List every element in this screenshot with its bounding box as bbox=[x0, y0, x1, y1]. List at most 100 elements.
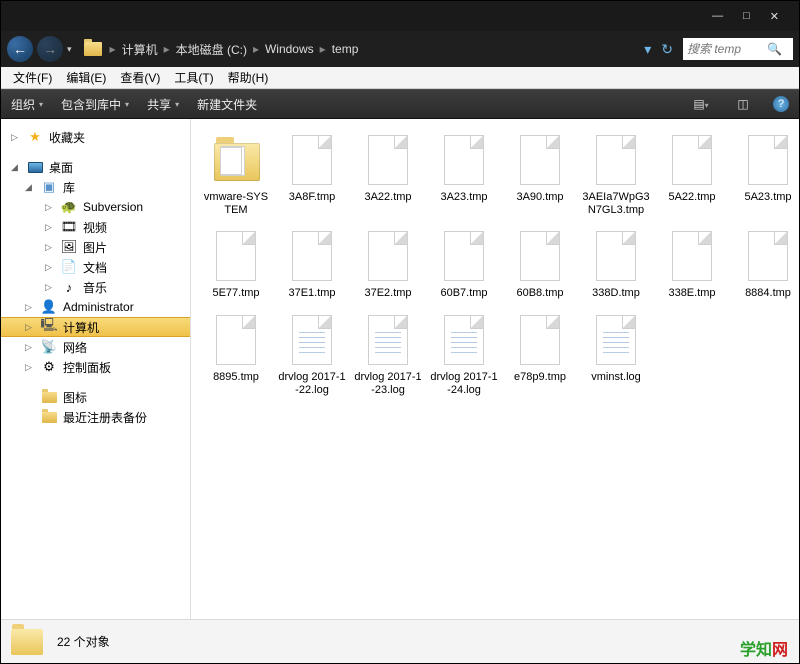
tree-favorites[interactable]: ▷★收藏夹 bbox=[1, 127, 190, 147]
tree-videos[interactable]: ▷🎞视频 bbox=[1, 217, 190, 237]
back-button[interactable]: ← bbox=[7, 36, 33, 62]
crumb-drive-c[interactable]: 本地磁盘 (C:) bbox=[176, 41, 247, 58]
crumb-computer[interactable]: 计算机 bbox=[122, 41, 158, 58]
file-label: 3A90.tmp bbox=[516, 191, 563, 204]
view-mode-button[interactable]: ▤▾ bbox=[689, 97, 713, 111]
search-input[interactable] bbox=[687, 42, 767, 56]
new-folder-button[interactable]: 新建文件夹 bbox=[197, 96, 257, 113]
tree-libraries[interactable]: ◢▣库 bbox=[1, 177, 190, 197]
file-icon bbox=[216, 231, 256, 281]
file-label: 3A22.tmp bbox=[364, 191, 411, 204]
file-icon bbox=[672, 231, 712, 281]
maximize-button[interactable]: □ bbox=[733, 6, 760, 26]
status-bar: 22 个对象 bbox=[1, 619, 799, 663]
file-list-pane[interactable]: vmware-SYSTEM3A8F.tmp 3A22.tmp 3A23.tmp 3A9… bbox=[191, 119, 799, 619]
file-icon bbox=[444, 135, 484, 185]
file-label: 5A22.tmp bbox=[668, 191, 715, 204]
file-icon bbox=[748, 135, 788, 185]
file-item[interactable]: drvlog 2017-1-23.log bbox=[353, 313, 423, 397]
file-item[interactable]: 338D.tmp bbox=[581, 229, 651, 300]
refresh-icon[interactable]: ↻ bbox=[661, 41, 673, 58]
tree-pictures[interactable]: ▷🖼图片 bbox=[1, 237, 190, 257]
preview-pane-button[interactable]: ◫ bbox=[731, 97, 755, 111]
file-item[interactable]: 8884.tmp bbox=[733, 229, 799, 300]
file-item[interactable]: 8895.tmp bbox=[201, 313, 271, 397]
file-item[interactable]: 5A23.tmp bbox=[733, 133, 799, 217]
tree-subversion[interactable]: ▷🐢Subversion bbox=[1, 197, 190, 217]
file-label: 338D.tmp bbox=[592, 287, 640, 300]
file-icon bbox=[520, 315, 560, 365]
crumb-temp[interactable]: temp bbox=[332, 42, 359, 56]
crumb-windows[interactable]: Windows bbox=[265, 42, 314, 56]
file-label: 60B8.tmp bbox=[516, 287, 563, 300]
tree-computer[interactable]: ▷🖳计算机 bbox=[1, 317, 190, 337]
file-item[interactable]: e78p9.tmp bbox=[505, 313, 575, 397]
tree-icons-folder[interactable]: 图标 bbox=[1, 387, 190, 407]
file-icon bbox=[444, 231, 484, 281]
menu-bar: 文件(F) 编辑(E) 查看(V) 工具(T) 帮助(H) bbox=[1, 67, 799, 89]
file-label: 8884.tmp bbox=[745, 287, 791, 300]
nav-bar: ← → ▾ ▸ 计算机 ▸ 本地磁盘 (C:) ▸ Windows ▸ temp… bbox=[1, 31, 799, 67]
file-label: e78p9.tmp bbox=[514, 371, 566, 384]
file-label: 5A23.tmp bbox=[744, 191, 791, 204]
search-box[interactable]: 🔍 bbox=[683, 38, 793, 60]
navigation-pane: ▷★收藏夹 ◢桌面 ◢▣库 ▷🐢Subversion ▷🎞视频 ▷🖼图片 ▷📄文… bbox=[1, 119, 191, 619]
file-label: vminst.log bbox=[591, 371, 641, 384]
menu-tools[interactable]: 工具(T) bbox=[168, 67, 219, 88]
forward-button[interactable]: → bbox=[37, 36, 63, 62]
file-item[interactable]: 3AEIa7WpG3N7GL3.tmp bbox=[581, 133, 651, 217]
tree-music[interactable]: ▷♪音乐 bbox=[1, 277, 190, 297]
file-icon bbox=[292, 231, 332, 281]
tree-network[interactable]: ▷📡网络 bbox=[1, 337, 190, 357]
menu-help[interactable]: 帮助(H) bbox=[222, 67, 275, 88]
file-item[interactable]: vminst.log bbox=[581, 313, 651, 397]
menu-file[interactable]: 文件(F) bbox=[7, 67, 58, 88]
file-item[interactable]: 60B7.tmp bbox=[429, 229, 499, 300]
chevron-icon[interactable]: ▸ bbox=[110, 42, 116, 56]
titlebar[interactable]: — □ ✕ bbox=[1, 1, 799, 31]
menu-edit[interactable]: 编辑(E) bbox=[60, 67, 112, 88]
close-button[interactable]: ✕ bbox=[760, 6, 789, 27]
file-label: 8895.tmp bbox=[213, 371, 259, 384]
file-item[interactable]: 5A22.tmp bbox=[657, 133, 727, 217]
file-icon bbox=[672, 135, 712, 185]
file-icon bbox=[520, 135, 560, 185]
file-icon bbox=[520, 231, 560, 281]
file-item[interactable]: 3A90.tmp bbox=[505, 133, 575, 217]
share-button[interactable]: 共享▾ bbox=[147, 96, 179, 113]
file-item[interactable]: 338E.tmp bbox=[657, 229, 727, 300]
file-item[interactable]: drvlog 2017-1-22.log bbox=[277, 313, 347, 397]
folder-icon bbox=[214, 143, 260, 181]
watermark: 学知网 bbox=[740, 636, 788, 660]
file-label: 37E2.tmp bbox=[364, 287, 411, 300]
organize-button[interactable]: 组织▾ bbox=[11, 96, 43, 113]
file-item[interactable]: 37E2.tmp bbox=[353, 229, 423, 300]
menu-view[interactable]: 查看(V) bbox=[114, 67, 166, 88]
file-item[interactable]: 3A8F.tmp bbox=[277, 133, 347, 217]
file-item[interactable]: 3A22.tmp bbox=[353, 133, 423, 217]
tree-control-panel[interactable]: ▷⚙控制面板 bbox=[1, 357, 190, 377]
file-item[interactable]: drvlog 2017-1-24.log bbox=[429, 313, 499, 397]
file-label: 338E.tmp bbox=[668, 287, 715, 300]
breadcrumb[interactable]: ▸ 计算机 ▸ 本地磁盘 (C:) ▸ Windows ▸ temp bbox=[110, 41, 635, 58]
include-in-library-button[interactable]: 包含到库中▾ bbox=[61, 96, 129, 113]
search-icon[interactable]: 🔍 bbox=[767, 42, 782, 56]
file-item[interactable]: 3A23.tmp bbox=[429, 133, 499, 217]
file-item[interactable]: 37E1.tmp bbox=[277, 229, 347, 300]
file-icon bbox=[596, 135, 636, 185]
caret-down-icon[interactable]: ▾ bbox=[644, 41, 651, 58]
file-item[interactable]: vmware-SYSTEM bbox=[201, 133, 271, 217]
help-button[interactable]: ? bbox=[773, 96, 789, 112]
tree-reg-backup-folder[interactable]: 最近注册表备份 bbox=[1, 407, 190, 427]
file-item[interactable]: 60B8.tmp bbox=[505, 229, 575, 300]
text-file-icon bbox=[368, 315, 408, 365]
text-file-icon bbox=[596, 315, 636, 365]
tree-desktop[interactable]: ◢桌面 bbox=[1, 157, 190, 177]
history-dropdown[interactable]: ▾ bbox=[67, 44, 72, 55]
file-label: 5E77.tmp bbox=[212, 287, 259, 300]
tree-administrator[interactable]: ▷👤Administrator bbox=[1, 297, 190, 317]
file-label: drvlog 2017-1-24.log bbox=[429, 371, 499, 397]
file-item[interactable]: 5E77.tmp bbox=[201, 229, 271, 300]
tree-documents[interactable]: ▷📄文档 bbox=[1, 257, 190, 277]
minimize-button[interactable]: — bbox=[702, 6, 733, 26]
